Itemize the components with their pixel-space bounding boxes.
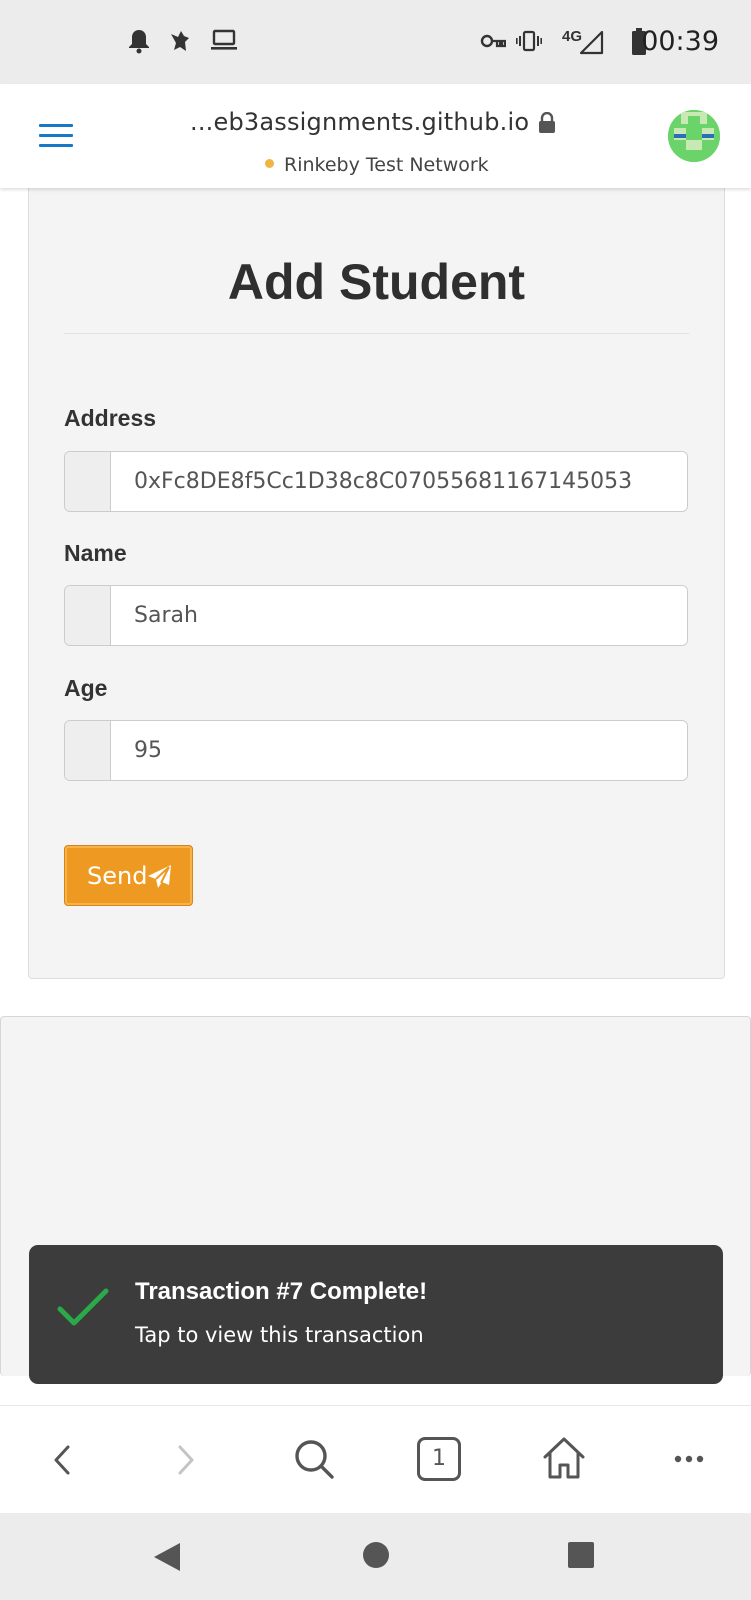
- name-label: Name: [64, 540, 127, 566]
- toast-subtitle: Tap to view this transaction: [135, 1323, 424, 1347]
- page-content: Add Student Address Name Age Send: [0, 188, 751, 1405]
- name-input-group: [64, 585, 688, 646]
- nav-back-icon[interactable]: [152, 1541, 182, 1573]
- clock: 00:39: [641, 26, 719, 57]
- address-input-group: [64, 451, 688, 512]
- network-status-dot: [265, 159, 274, 168]
- system-nav-bar: [0, 1513, 751, 1600]
- age-input[interactable]: [112, 721, 687, 780]
- age-addon: [65, 721, 111, 780]
- network-name: Rinkeby Test Network: [284, 154, 489, 176]
- checkmark-icon: [57, 1288, 109, 1326]
- search-icon[interactable]: [293, 1438, 335, 1480]
- vpn-key-icon: [480, 34, 506, 48]
- menu-icon[interactable]: [39, 124, 73, 148]
- address-addon: [65, 452, 111, 511]
- url-text[interactable]: ...eb3assignments.github.io: [190, 108, 529, 136]
- tab-count: 1: [417, 1437, 461, 1481]
- age-label: Age: [64, 675, 108, 701]
- lock-icon: [539, 112, 555, 133]
- bell-icon: [129, 30, 149, 54]
- add-student-card: Add Student Address Name Age Send: [28, 188, 725, 979]
- more-options-icon[interactable]: [674, 1454, 704, 1464]
- network-indicator[interactable]: Rinkeby Test Network: [265, 154, 489, 176]
- send-button[interactable]: Send: [64, 845, 193, 906]
- toast-title: Transaction #7 Complete!: [135, 1278, 428, 1305]
- home-icon[interactable]: [541, 1436, 587, 1480]
- tabs-button[interactable]: 1: [417, 1437, 461, 1481]
- status-bar: 4G 00:39: [0, 0, 751, 84]
- browser-toolbar: 1: [0, 1405, 751, 1513]
- name-input[interactable]: [112, 586, 687, 645]
- page-title: Add Student: [227, 254, 526, 310]
- address-label: Address: [64, 405, 157, 431]
- network-type-label: 4G: [562, 28, 583, 45]
- vibrate-icon: [516, 30, 542, 52]
- nav-recents-icon[interactable]: [567, 1541, 595, 1569]
- name-addon: [65, 586, 111, 645]
- transaction-toast[interactable]: Transaction #7 Complete! Tap to view thi…: [29, 1245, 723, 1384]
- forward-icon[interactable]: [176, 1444, 196, 1476]
- browser-header: ...eb3assignments.github.io Rinkeby Test…: [0, 84, 751, 188]
- bird-icon: [171, 31, 189, 51]
- back-icon[interactable]: [52, 1444, 72, 1476]
- title-divider: [64, 333, 689, 334]
- age-input-group: [64, 720, 688, 781]
- laptop-icon: [211, 29, 237, 50]
- send-button-label: Send: [87, 861, 148, 890]
- account-avatar[interactable]: [668, 110, 720, 162]
- nav-home-icon[interactable]: [362, 1541, 390, 1569]
- paper-plane-icon: [148, 865, 171, 888]
- signal-icon: [580, 31, 604, 55]
- address-input[interactable]: [112, 452, 687, 511]
